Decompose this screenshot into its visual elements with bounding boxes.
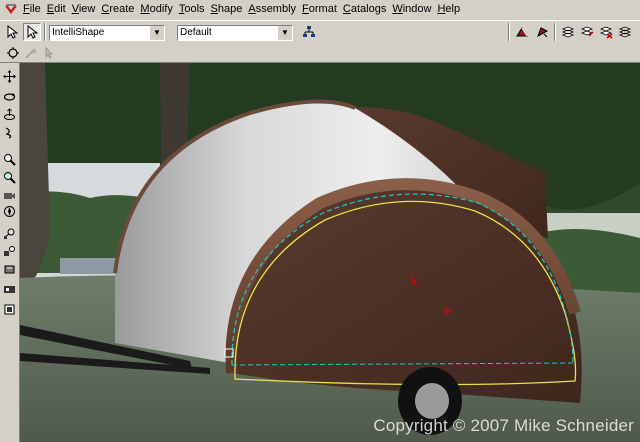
menu-label-rest: ssembly: [255, 3, 297, 15]
wand-disabled-icon[interactable]: [22, 44, 40, 62]
menu-label-rest: dit: [54, 3, 66, 15]
app-logo-icon[interactable]: [2, 1, 20, 18]
style-value: Default: [180, 27, 212, 38]
zoom-region-icon[interactable]: [1, 169, 18, 185]
menu-label-rest: ormat: [308, 3, 337, 15]
menu-mnemonic: E: [46, 3, 55, 15]
layers-edit-icon[interactable]: [578, 23, 596, 41]
menu-mnemonic: M: [140, 3, 150, 15]
menu-label-rest: odify: [149, 3, 173, 15]
toolbar-separator: [508, 23, 510, 41]
menu-mnemonic: F: [302, 3, 309, 15]
layers-remove-icon[interactable]: [597, 23, 615, 41]
chevron-down-icon[interactable]: ▼: [277, 26, 292, 40]
select-arrow-icon[interactable]: [3, 23, 21, 41]
render-region-icon[interactable]: [1, 281, 18, 297]
chevron-down-icon[interactable]: ▼: [149, 26, 164, 40]
shape-mode-value: IntelliShape: [52, 27, 105, 38]
layers-icon[interactable]: [559, 23, 577, 41]
menu-label-rest: elp: [445, 3, 461, 15]
menu-item-modify[interactable]: Modify: [137, 1, 175, 18]
zoom-icon[interactable]: [1, 151, 18, 167]
menu-mnemonic: A: [248, 3, 256, 15]
menu-label-rest: atalogs: [350, 3, 387, 15]
toolbar-separator: [554, 23, 556, 41]
menu-mnemonic: S: [210, 3, 218, 15]
left-toolbar: [0, 63, 20, 442]
menu-mnemonic: V: [71, 3, 79, 15]
menu-mnemonic: W: [392, 3, 403, 15]
style-select[interactable]: Default ▼: [177, 25, 293, 41]
menu-item-catalogs[interactable]: Catalogs: [340, 1, 389, 18]
shape-mode-select[interactable]: IntelliShape ▼: [49, 25, 165, 41]
material-icon[interactable]: [1, 301, 18, 317]
menu-mnemonic: C: [342, 3, 351, 15]
light-alt-icon[interactable]: [1, 243, 18, 259]
secondary-toolbar: [0, 44, 640, 63]
snap-tool-icon[interactable]: [4, 44, 22, 62]
menu-item-tools[interactable]: Tools: [176, 1, 208, 18]
menu-label-rest: indow: [402, 3, 432, 15]
3d-viewport[interactable]: Copyright © 2007 Mike Schneider: [20, 63, 640, 442]
menu-label-rest: ile: [29, 3, 41, 15]
menu-label-rest: hape: [217, 3, 243, 15]
select-object-icon[interactable]: [23, 23, 41, 41]
hierarchy-icon[interactable]: [300, 23, 318, 41]
navigate-icon[interactable]: [1, 203, 18, 219]
rotate-icon[interactable]: [1, 88, 18, 104]
camera-view-icon[interactable]: [1, 187, 18, 203]
menu-bar: File Edit View Create Modify Tools Shape Assemb…: [0, 0, 640, 19]
menu-label-rest: iew: [78, 3, 96, 15]
menu-item-window[interactable]: Window: [389, 1, 434, 18]
menu-item-format[interactable]: Format: [299, 1, 340, 18]
toolbar-separator: [44, 23, 46, 41]
red-object-icon[interactable]: [513, 23, 531, 41]
scene-render: [20, 63, 640, 442]
menu-mnemonic: F: [23, 3, 30, 15]
menu-item-shape[interactable]: Shape: [208, 1, 246, 18]
menu-item-create[interactable]: Create: [98, 1, 137, 18]
scale-icon[interactable]: [1, 106, 18, 122]
pointer-disabled-icon[interactable]: [40, 44, 58, 62]
menu-label-rest: reate: [109, 3, 135, 15]
layers-stack-icon[interactable]: [616, 23, 634, 41]
deform-icon[interactable]: [1, 124, 18, 140]
copyright-watermark: Copyright © 2007 Mike Schneider: [373, 416, 634, 435]
red-object-alt-icon[interactable]: [533, 23, 551, 41]
main-toolbar: IntelliShape ▼ Default ▼: [0, 20, 640, 45]
menu-item-file[interactable]: File: [20, 1, 44, 18]
render-icon[interactable]: [1, 261, 18, 277]
menu-item-help[interactable]: Help: [434, 1, 463, 18]
move-icon[interactable]: [1, 68, 18, 84]
light-icon[interactable]: [1, 225, 18, 241]
menu-label-rest: ools: [184, 3, 205, 15]
menu-item-view[interactable]: View: [69, 1, 99, 18]
menu-item-edit[interactable]: Edit: [44, 1, 69, 18]
menu-item-assembly[interactable]: Assembly: [245, 1, 299, 18]
